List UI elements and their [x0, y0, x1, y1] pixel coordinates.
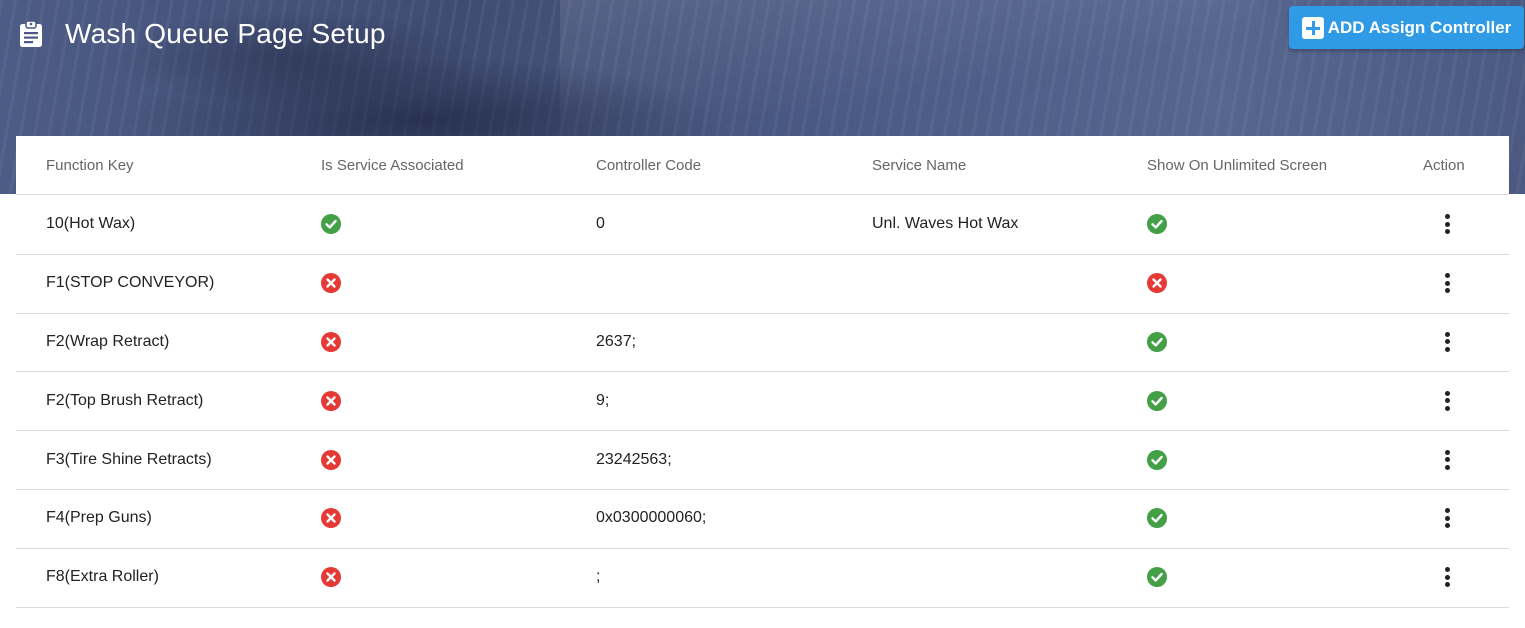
controller-code-cell: 9; — [596, 391, 610, 409]
controller-code-cell: ; — [596, 568, 601, 586]
is-service-associated-cell — [321, 430, 341, 489]
show-on-unlimited-screen-cell — [1147, 313, 1167, 372]
is-service-associated-cell — [321, 548, 341, 607]
more-vertical-icon[interactable] — [1436, 271, 1458, 295]
check-circle-icon — [1147, 331, 1167, 352]
more-vertical-icon[interactable] — [1436, 212, 1458, 236]
function-key-cell: F1(STOP CONVEYOR) — [46, 274, 215, 292]
table-row: F1(STOP CONVEYOR) — [16, 254, 1509, 314]
kebab-dot — [1444, 567, 1450, 573]
is-service-associated-cell — [321, 254, 341, 313]
function-key-cell: F8(Extra Roller) — [46, 568, 159, 586]
function-key-cell: F2(Top Brush Retract) — [46, 391, 204, 409]
column-header-show-on-unlimited-screen: Show On Unlimited Screen — [1147, 156, 1328, 174]
function-key-cell: F2(Wrap Retract) — [46, 332, 170, 350]
check-circle-icon — [321, 214, 341, 235]
action-cell — [1436, 548, 1458, 607]
kebab-dot — [1444, 288, 1450, 294]
column-header-controller-code: Controller Code — [596, 156, 702, 174]
kebab-dot — [1444, 398, 1450, 404]
check-circle-icon — [1147, 567, 1167, 588]
action-cell — [1436, 371, 1458, 430]
plus-square-icon — [1301, 16, 1324, 39]
action-cell — [1436, 254, 1458, 313]
kebab-dot — [1444, 464, 1450, 470]
banner-glare — [560, 0, 1260, 136]
kebab-dot — [1444, 280, 1450, 286]
kebab-dot — [1444, 508, 1450, 514]
kebab-dot — [1444, 574, 1450, 580]
controller-code-cell: 2637; — [596, 332, 637, 350]
x-circle-icon — [321, 449, 341, 470]
column-header-function-key: Function Key — [46, 156, 134, 174]
action-cell — [1436, 195, 1458, 254]
is-service-associated-cell — [321, 313, 341, 372]
column-header-action: Action — [1423, 156, 1465, 174]
action-cell — [1436, 313, 1458, 372]
kebab-dot — [1444, 523, 1450, 529]
column-header-service-name: Service Name — [872, 156, 967, 174]
controller-table: Function Key Is Service Associated Contr… — [16, 136, 1509, 628]
kebab-dot — [1444, 449, 1450, 455]
is-service-associated-cell — [321, 371, 341, 430]
kebab-dot — [1444, 214, 1450, 220]
function-key-cell: 10(Hot Wax) — [46, 215, 136, 233]
is-service-associated-cell — [321, 489, 341, 548]
table-row: F8(Extra Roller); — [16, 548, 1509, 608]
check-circle-icon — [1147, 449, 1167, 470]
table-row: F4(Prep Guns) 0x0300000060; — [16, 489, 1509, 549]
service-name-cell: Unl. Waves Hot Wax — [872, 215, 1019, 233]
kebab-dot — [1444, 582, 1450, 588]
add-button-label: ADD Assign Controller — [1327, 17, 1512, 37]
table-row: F3(Tire Shine Retracts) 23242563; — [16, 430, 1509, 490]
show-on-unlimited-screen-cell — [1147, 430, 1167, 489]
x-circle-icon — [1147, 273, 1167, 294]
action-cell — [1436, 489, 1458, 548]
show-on-unlimited-screen-cell — [1147, 548, 1167, 607]
kebab-dot — [1444, 346, 1450, 352]
page-title: Wash Queue Page Setup — [65, 18, 386, 49]
kebab-dot — [1444, 390, 1450, 396]
kebab-dot — [1444, 221, 1450, 227]
controller-code-cell: 0x0300000060; — [596, 509, 707, 527]
kebab-dot — [1444, 339, 1450, 345]
column-header-is-service-associated: Is Service Associated — [321, 156, 464, 174]
kebab-dot — [1444, 273, 1450, 279]
show-on-unlimited-screen-cell — [1147, 371, 1167, 430]
more-vertical-icon[interactable] — [1436, 389, 1458, 413]
x-circle-icon — [321, 331, 341, 352]
table-row: 10(Hot Wax) 0 Unl. Waves Hot Wax — [16, 195, 1509, 255]
more-vertical-icon[interactable] — [1436, 330, 1458, 354]
more-vertical-icon[interactable] — [1436, 565, 1458, 589]
clipboard-icon — [20, 21, 42, 47]
kebab-dot — [1444, 457, 1450, 463]
show-on-unlimited-screen-cell — [1147, 489, 1167, 548]
x-circle-icon — [321, 390, 341, 411]
show-on-unlimited-screen-cell — [1147, 195, 1167, 254]
function-key-cell: F4(Prep Guns) — [46, 509, 152, 527]
table-row: F2(Top Brush Retract) 9; — [16, 371, 1509, 432]
check-circle-icon — [1147, 214, 1167, 235]
x-circle-icon — [321, 273, 341, 294]
action-cell — [1436, 430, 1458, 489]
x-circle-icon — [321, 508, 341, 529]
controller-code-cell: 0 — [596, 215, 605, 233]
x-circle-icon — [321, 567, 341, 588]
table-row: F2(Wrap Retract) 2637; — [16, 313, 1509, 373]
add-assign-controller-button[interactable]: ADD Assign Controller — [1289, 6, 1524, 49]
table-header: Function Key Is Service Associated Contr… — [16, 136, 1509, 195]
show-on-unlimited-screen-cell — [1147, 254, 1167, 313]
kebab-dot — [1444, 229, 1450, 235]
function-key-cell: F3(Tire Shine Retracts) — [46, 450, 212, 468]
more-vertical-icon[interactable] — [1436, 506, 1458, 530]
kebab-dot — [1444, 331, 1450, 337]
check-circle-icon — [1147, 390, 1167, 411]
controller-code-cell: 23242563; — [596, 450, 672, 468]
check-circle-icon — [1147, 508, 1167, 529]
kebab-dot — [1444, 405, 1450, 411]
more-vertical-icon[interactable] — [1436, 448, 1458, 472]
is-service-associated-cell — [321, 195, 341, 254]
kebab-dot — [1444, 515, 1450, 521]
